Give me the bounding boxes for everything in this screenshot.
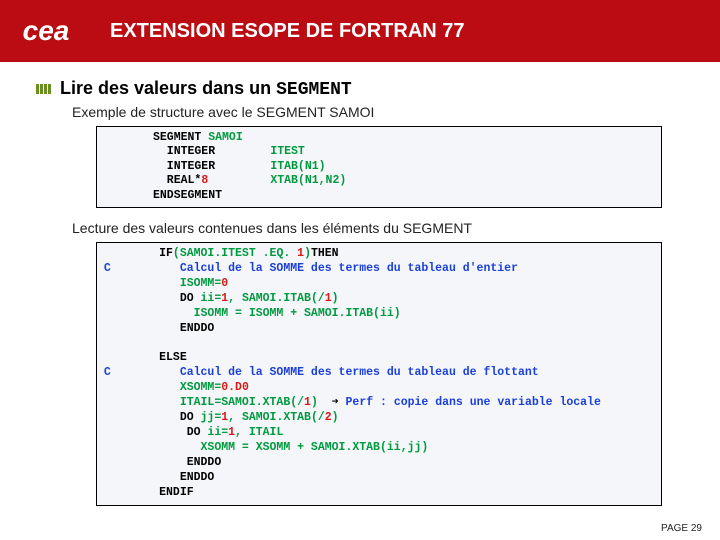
- bullet-icon: [36, 84, 54, 94]
- page-title: EXTENSION ESOPE DE FORTRAN 77: [110, 20, 465, 43]
- header-bar: cea EXTENSION ESOPE DE FORTRAN 77: [0, 0, 720, 62]
- section-subtitle-2: Lecture des valeurs contenues dans les é…: [72, 220, 692, 236]
- section-title: Lire des valeurs dans un SEGMENT: [60, 78, 352, 100]
- section-heading-row: Lire des valeurs dans un SEGMENT: [36, 78, 692, 100]
- code-block-1: SEGMENT SAMOI INTEGER ITEST INTEGER ITAB…: [96, 126, 662, 208]
- section-subtitle-1: Exemple de structure avec le SEGMENT SAM…: [72, 104, 692, 120]
- section-title-a: Lire des valeurs dans un: [60, 78, 276, 98]
- content-area: Lire des valeurs dans un SEGMENT Exemple…: [0, 62, 720, 506]
- code-block-2: IF(SAMOI.ITEST .EQ. 1)THEN C Calcul de l…: [96, 242, 662, 506]
- page-number: PAGE 29: [661, 523, 702, 534]
- logo: cea: [0, 0, 92, 62]
- section-title-b: SEGMENT: [276, 80, 352, 100]
- logo-text: cea: [23, 15, 70, 47]
